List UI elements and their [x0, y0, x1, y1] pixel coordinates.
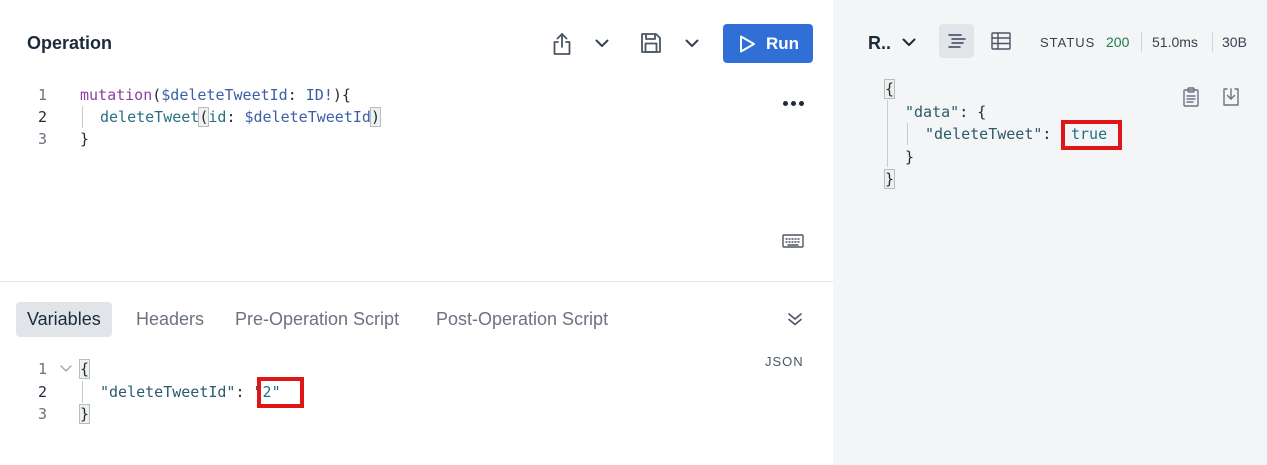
separator [1141, 32, 1142, 52]
variables-line-2: "deleteTweetId": "2" [100, 381, 281, 403]
variables-line-3: } [78, 403, 91, 425]
collapse-chevrons-down-icon[interactable] [785, 309, 805, 329]
status-code: 200 [1106, 34, 1130, 50]
json-view-icon[interactable] [939, 24, 974, 58]
download-icon[interactable] [1221, 86, 1241, 108]
paren: ) [369, 107, 381, 127]
tab-headers[interactable]: Headers [125, 302, 215, 337]
status-label: STATUS [1040, 35, 1096, 50]
response-panel [833, 0, 1267, 465]
brace: { [78, 359, 91, 379]
colon: : [1042, 125, 1052, 143]
line-number: 1 [37, 86, 47, 104]
operation-title: Operation [27, 33, 113, 53]
code-line-2: deleteTweet(id: $deleteTweetId) [100, 106, 381, 128]
indent-guide [907, 123, 908, 145]
variables-line-1: { [78, 358, 91, 380]
json-key: "deleteTweetId" [100, 383, 236, 401]
indent-guide [887, 100, 888, 167]
mutation-keyword: mutation [80, 86, 153, 104]
colon: : [235, 383, 254, 401]
paren-brace: ){ [332, 86, 351, 104]
json-key: "deleteTweet" [925, 125, 1043, 143]
code-line-1: mutation($deleteTweetId: ID!){ [80, 84, 351, 106]
response-time: 51.0ms [1152, 34, 1198, 50]
response-line: } [883, 168, 896, 190]
line-number: 3 [37, 130, 47, 148]
line-number: 2 [37, 108, 47, 126]
response-menu-chevron-down-icon[interactable] [900, 35, 918, 49]
tab-pre-operation-script[interactable]: Pre-Operation Script [224, 302, 410, 337]
line-number: 3 [37, 405, 47, 423]
colon: : [287, 86, 306, 104]
tab-variables[interactable]: Variables [16, 302, 112, 337]
indent-guide [82, 106, 83, 128]
brace: } [80, 130, 90, 148]
copy-clipboard-icon[interactable] [1181, 86, 1201, 108]
highlight-box-variable-value [257, 377, 304, 408]
brace: } [883, 169, 896, 189]
paren: ( [152, 86, 162, 104]
type-name: ID! [305, 86, 333, 104]
more-options-icon[interactable] [779, 93, 807, 113]
separator [1212, 32, 1213, 52]
variable-name: $deleteTweetId [161, 86, 288, 104]
brace: } [905, 148, 915, 166]
variable-ref: $deleteTweetId [244, 108, 371, 126]
share-icon[interactable] [550, 31, 574, 57]
json-key: "data" [905, 103, 960, 121]
fold-chevron-down-icon[interactable] [58, 362, 74, 376]
indent-guide [82, 381, 83, 403]
share-menu-chevron-down-icon[interactable] [593, 34, 611, 52]
variables-format-label: JSON [765, 354, 804, 369]
panel-divider [0, 281, 833, 282]
response-line: "data": { [905, 101, 986, 123]
tab-post-operation-script[interactable]: Post-Operation Script [425, 302, 619, 337]
response-size: 30B [1222, 34, 1247, 50]
highlight-box-response-value [1061, 120, 1122, 150]
argument-name: id [208, 108, 227, 126]
response-line: } [905, 146, 914, 168]
colon: : [226, 108, 245, 126]
response-label[interactable]: R.. [868, 33, 891, 54]
play-icon [739, 35, 755, 52]
brace: } [78, 404, 91, 424]
code-line-3: } [80, 128, 89, 150]
response-line: "deleteTweet": [925, 123, 1051, 145]
save-icon[interactable] [639, 31, 663, 55]
line-number: 2 [37, 383, 47, 401]
field-name: deleteTweet [100, 108, 200, 126]
keyboard-icon[interactable] [781, 233, 805, 249]
run-button[interactable]: Run [723, 24, 813, 63]
response-line: { [883, 78, 896, 100]
line-number: 1 [37, 360, 47, 378]
colon-brace: : { [959, 103, 987, 121]
save-menu-chevron-down-icon[interactable] [683, 34, 701, 52]
brace: { [883, 79, 896, 99]
run-button-label: Run [765, 33, 800, 53]
table-view-icon[interactable] [983, 24, 1018, 58]
